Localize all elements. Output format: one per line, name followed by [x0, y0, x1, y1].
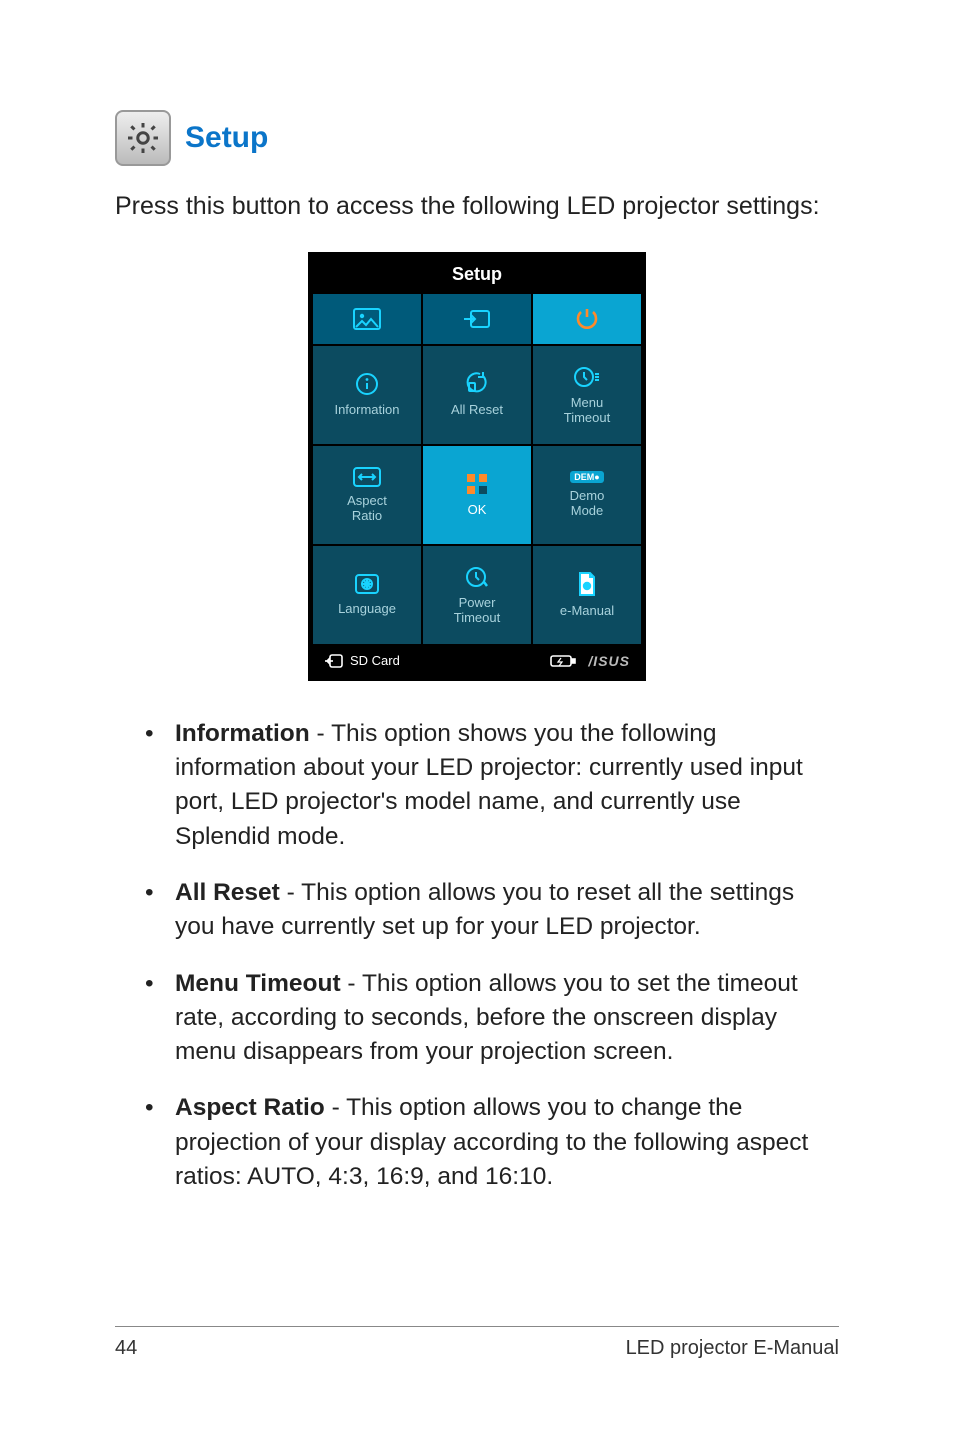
list-item: • Aspect Ratio - This option allows you … [145, 1091, 819, 1194]
bullet-list: • Information - This option shows you th… [115, 717, 839, 1195]
battery-icon [550, 654, 576, 668]
intro-text: Press this button to access the followin… [115, 190, 839, 224]
tile-label: e-Manual [560, 604, 614, 619]
tile-menu-timeout[interactable]: MenuTimeout [532, 345, 642, 445]
tile-ok[interactable]: OK [422, 445, 532, 545]
status-bar: SD Card /ISUS [312, 645, 642, 677]
list-item: • Information - This option shows you th… [145, 717, 819, 854]
tile-all-reset[interactable]: All Reset [422, 345, 532, 445]
tile-label: MenuTimeout [564, 396, 610, 426]
tile-grid: Information All Reset [312, 345, 642, 645]
tile-aspect-ratio[interactable]: AspectRatio [312, 445, 422, 545]
tile-label: DemoMode [570, 489, 605, 519]
setup-gear-icon [115, 110, 171, 166]
nav-power[interactable] [532, 293, 642, 345]
tile-label: OK [468, 503, 487, 518]
tile-label: PowerTimeout [454, 596, 500, 626]
tile-information[interactable]: Information [312, 345, 422, 445]
footer: 44 LED projector E-Manual [115, 1326, 839, 1360]
nav-row [312, 293, 642, 345]
nav-picture[interactable] [312, 293, 422, 345]
tile-label: AspectRatio [347, 494, 387, 524]
list-item: • Menu Timeout - This option allows you … [145, 967, 819, 1070]
tile-label: Information [334, 403, 399, 418]
list-item: • All Reset - This option allows you to … [145, 876, 819, 945]
page-number: 44 [115, 1337, 137, 1360]
tile-power-timeout[interactable]: PowerTimeout [422, 545, 532, 645]
setup-screenshot: Setup [308, 252, 646, 681]
brand-label: /ISUS [588, 653, 630, 669]
page-title: Setup [185, 121, 268, 155]
demo-badge-icon: DEM● [570, 471, 603, 483]
nav-input[interactable] [422, 293, 532, 345]
tile-language[interactable]: Language [312, 545, 422, 645]
status-card-label: SD Card [350, 653, 400, 668]
screenshot-title: Setup [312, 256, 642, 293]
return-icon [324, 653, 344, 669]
title-row: Setup [115, 110, 839, 166]
tile-label: Language [338, 602, 396, 617]
tile-e-manual[interactable]: e e-Manual [532, 545, 642, 645]
doc-title: LED projector E-Manual [626, 1337, 839, 1360]
tile-demo-mode[interactable]: DEM● DemoMode [532, 445, 642, 545]
tile-label: All Reset [451, 403, 503, 418]
